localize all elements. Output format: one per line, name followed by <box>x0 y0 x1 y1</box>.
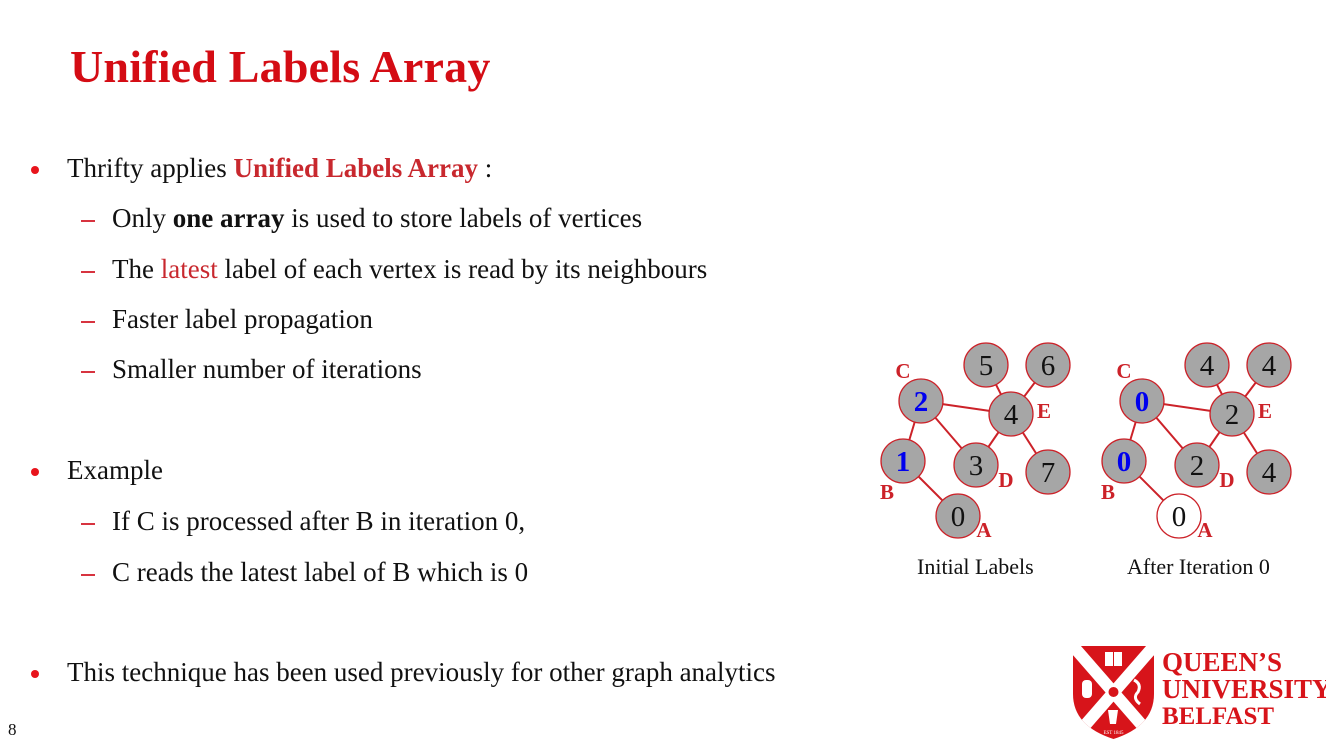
node-label: 4 <box>1262 457 1277 489</box>
logo-line1: QUEEN’S <box>1162 647 1282 677</box>
sub-bullet-smaller: Smaller number of iterations <box>112 354 422 384</box>
highlight-word: latest <box>160 254 218 284</box>
node-label: 7 <box>1041 457 1056 489</box>
page-number: 8 <box>8 720 17 739</box>
sub-text: The <box>112 254 161 284</box>
bullet-example: Example <box>67 455 163 485</box>
dash-marker <box>81 321 95 323</box>
node-label: 4 <box>1004 399 1019 431</box>
logo-line2: UNIVERSITY <box>1162 674 1326 704</box>
node-label: 0 <box>1135 386 1150 418</box>
graph-initial: 0 A 1B 2C 3 D 4 E 5 6 7 <box>880 342 1071 542</box>
logo-line3: BELFAST <box>1162 703 1274 730</box>
node-label: 3 <box>969 450 984 482</box>
dash-marker <box>81 574 95 576</box>
dash-marker <box>81 220 95 222</box>
vertex-letter: D <box>1219 468 1234 492</box>
node-label: 5 <box>979 350 994 382</box>
sub-bullet-latest: The latest label of each vertex is read … <box>112 254 707 285</box>
vertex-letter: B <box>880 480 894 504</box>
logo-est-text: EST 1845 <box>1103 731 1124 736</box>
vertex-letter: C <box>895 359 910 383</box>
vertex-letter: D <box>998 468 1013 492</box>
bullet-text: Thrifty applies <box>67 153 234 183</box>
bold-term: one array <box>172 203 285 233</box>
bullet-marker <box>31 468 39 476</box>
dash-marker <box>81 523 95 525</box>
bullet-marker <box>31 670 39 678</box>
vertex-letter: B <box>1101 480 1115 504</box>
node-label: 0 <box>1117 446 1132 478</box>
dash-marker <box>81 371 95 373</box>
node-label: 2 <box>1190 450 1205 482</box>
vertex-letter: C <box>1116 359 1131 383</box>
node-label: 0 <box>1172 501 1187 533</box>
sub-text: Only <box>112 203 173 233</box>
university-crest-icon: EST 1845 QUEEN’S UNIVERSITY BELFAST <box>1073 646 1332 739</box>
vertex-letter: A <box>976 518 992 542</box>
node-label: 4 <box>1200 350 1215 382</box>
node-label: 0 <box>951 501 966 533</box>
highlight-term: Unified Labels Array <box>233 153 478 183</box>
sub-bullet-faster: Faster label propagation <box>112 304 373 334</box>
bullet-text: : <box>477 153 493 183</box>
vertex-letter: E <box>1258 399 1272 423</box>
sub-bullet-one-array: Only one array is used to store labels o… <box>112 203 642 234</box>
graph-after-iteration: 0 A0B0C2 D2 E4 44 <box>1101 342 1292 542</box>
node-label: 6 <box>1041 350 1056 382</box>
caption-initial-labels: Initial Labels <box>917 554 1034 579</box>
bullet-technique: This technique has been used previously … <box>67 657 776 687</box>
node-label: 1 <box>896 446 911 478</box>
queens-university-belfast-logo: EST 1845 QUEEN’S UNIVERSITY BELFAST <box>1070 644 1332 745</box>
node-label: 2 <box>914 386 929 418</box>
node-label: 4 <box>1262 350 1277 382</box>
sub-bullet-c-reads: C reads the latest label of B which is 0 <box>112 557 529 587</box>
slide-title: Unified Labels Array <box>70 41 491 92</box>
label-propagation-figure: 0 A1B2C3 D4 E5 670 A0B0C2 D2 E4 44 <box>880 342 1292 542</box>
node-label: 2 <box>1225 399 1240 431</box>
caption-after-iteration: After Iteration 0 <box>1127 554 1270 579</box>
sub-text: label of each vertex is read by its neig… <box>217 254 708 284</box>
sub-bullet-if-c: If C is processed after B in iteration 0… <box>112 506 526 536</box>
bullet-marker <box>31 166 39 174</box>
dash-marker <box>81 271 95 273</box>
sub-text: is used to store labels of vertices <box>284 203 643 233</box>
vertex-letter: A <box>1197 518 1213 542</box>
vertex-letter: E <box>1037 399 1051 423</box>
bullet-thrifty: Thrifty applies Unified Labels Array : <box>67 153 492 184</box>
